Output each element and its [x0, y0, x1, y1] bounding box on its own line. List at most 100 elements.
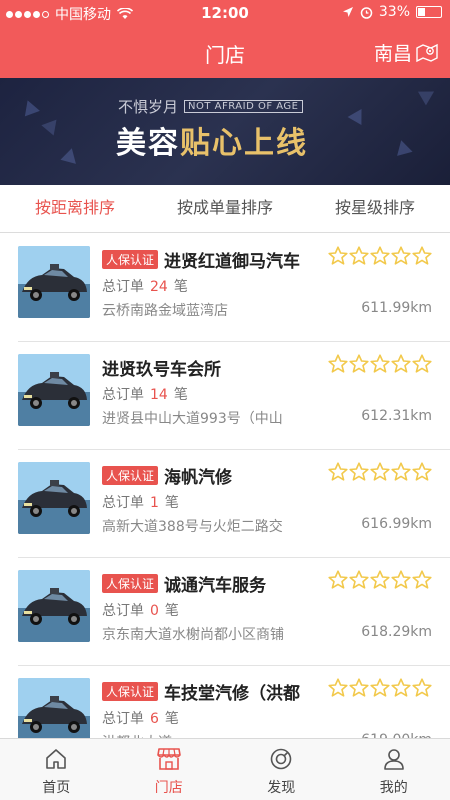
order-count: 总订单 1 笔	[102, 492, 432, 512]
certified-badge: 人保认证	[102, 249, 159, 269]
city-label: 南昌	[373, 43, 412, 65]
order-count-value: 6	[150, 711, 159, 727]
store-address: 高新大道388号与火炬二路交	[102, 519, 283, 535]
map-location-icon	[416, 43, 438, 62]
order-count: 总订单 6 笔	[102, 708, 432, 728]
banner-headline: 美容贴心上线	[116, 118, 308, 162]
star-icon	[328, 570, 348, 589]
order-count-value: 14	[150, 387, 168, 403]
star-rating	[328, 678, 432, 697]
order-count-unit: 笔	[164, 711, 179, 727]
star-rating	[328, 570, 432, 589]
banner-headline-gold: 贴心上线	[180, 126, 308, 161]
store-list-item[interactable]: 人保认证 诚通汽车服务总订单 0 笔京东南大道水榭尚都小区商铺 618.29km	[18, 558, 450, 666]
store-thumbnail	[18, 678, 90, 738]
bottom-tab-bar: 首页 门店 发现 我的	[0, 738, 450, 800]
store-address: 云桥南路金域蓝湾店	[102, 303, 228, 319]
star-icon	[391, 354, 411, 373]
certified-badge: 人保认证	[102, 465, 159, 485]
battery-percent: 33%	[378, 4, 410, 20]
star-icon	[328, 462, 348, 481]
order-count-unit: 笔	[164, 603, 179, 619]
store-name: 进贤红道御马汽车	[164, 251, 301, 272]
star-icon	[391, 570, 411, 589]
order-count-unit: 笔	[173, 279, 188, 295]
star-icon	[412, 462, 432, 481]
store-name: 车技堂汽修（洪都	[164, 683, 301, 704]
certified-badge: 人保认证	[102, 681, 159, 701]
star-rating	[328, 246, 432, 265]
order-count-unit: 笔	[164, 495, 179, 511]
store-name: 海帆汽修	[164, 467, 233, 488]
star-icon	[391, 462, 411, 481]
order-count-label: 总订单	[102, 495, 144, 511]
store-icon	[156, 748, 181, 770]
banner-slogan-cn: 不惧岁月	[118, 98, 179, 116]
store-list-item[interactable]: 人保认证 海帆汽修总订单 1 笔高新大道388号与火炬二路交 616.99km	[18, 450, 450, 558]
tab-discover-label: 发现	[267, 780, 296, 796]
store-list[interactable]: 人保认证 进贤红道御马汽车 总订单 24 笔云桥南路金域蓝湾店 611.99km 进贤玖号车…	[0, 234, 450, 738]
star-icon	[370, 678, 390, 697]
store-distance: 611.99km	[361, 300, 432, 316]
star-icon	[412, 570, 432, 589]
tab-store[interactable]: 门店	[113, 739, 226, 800]
order-count-label: 总订单	[102, 387, 144, 403]
star-icon	[412, 678, 432, 697]
order-count-value: 24	[150, 279, 168, 295]
store-address: 进贤县中山大道993号（中山	[102, 411, 283, 427]
store-thumbnail	[18, 246, 90, 318]
store-name: 诚通汽车服务	[164, 575, 267, 596]
order-count-label: 总订单	[102, 279, 144, 295]
store-distance: 618.29km	[361, 624, 432, 640]
order-count-label: 总订单	[102, 603, 144, 619]
star-icon	[370, 462, 390, 481]
star-icon	[349, 678, 369, 697]
store-address: 京东南大道水榭尚都小区商铺	[102, 627, 284, 643]
star-rating	[328, 354, 432, 373]
store-thumbnail	[18, 462, 90, 534]
tab-profile-label: 我的	[379, 780, 408, 796]
discover-icon	[270, 748, 292, 770]
city-selector[interactable]: 南昌	[374, 39, 438, 66]
sort-tabs: 按距离排序 按成单量排序 按星级排序	[0, 185, 450, 233]
order-count: 总订单 14 笔	[102, 384, 432, 404]
store-thumbnail	[18, 354, 90, 426]
star-icon	[391, 246, 411, 265]
star-icon	[349, 570, 369, 589]
store-list-item[interactable]: 进贤玖号车会所 总订单 14 笔进贤县中山大道993号（中山 612.31km	[18, 342, 450, 450]
store-name: 进贤玖号车会所	[102, 359, 221, 380]
store-distance: 612.31km	[361, 408, 432, 424]
star-icon	[349, 354, 369, 373]
order-count: 总订单 24 笔	[102, 276, 432, 296]
tab-store-label: 门店	[154, 780, 183, 796]
star-icon	[349, 246, 369, 265]
nav-bar: 门店 南昌	[0, 26, 450, 78]
store-distance: 616.99km	[361, 516, 432, 532]
order-count-value: 1	[150, 495, 159, 511]
tab-home-label: 首页	[42, 780, 71, 796]
store-list-item[interactable]: 人保认证 进贤红道御马汽车总订单 24 笔云桥南路金域蓝湾店 611.99km	[18, 234, 450, 342]
star-icon	[349, 462, 369, 481]
order-count: 总订单 0 笔	[102, 600, 432, 620]
store-thumbnail	[18, 570, 90, 642]
tab-discover[interactable]: 发现	[225, 739, 338, 800]
location-arrow-icon	[342, 7, 353, 17]
sort-by-distance-tab[interactable]: 按距离排序	[0, 185, 150, 232]
tab-home[interactable]: 首页	[0, 739, 113, 800]
battery-icon	[416, 6, 442, 18]
tab-profile[interactable]: 我的	[338, 739, 450, 800]
star-icon	[370, 246, 390, 265]
sort-by-orders-tab[interactable]: 按成单量排序	[150, 185, 300, 232]
status-bar: 中国移动 12:00 33%	[0, 0, 450, 26]
promo-banner[interactable]: 不惧岁月 NOT AFRAID OF AGE 美容贴心上线	[0, 78, 450, 185]
star-icon	[328, 354, 348, 373]
store-list-item[interactable]: 人保认证车技堂汽修（洪都总订单6笔洪都北大道619.00km	[18, 666, 450, 738]
star-icon	[370, 354, 390, 373]
order-count-value: 0	[150, 603, 159, 619]
star-icon	[412, 354, 432, 373]
sort-by-rating-tab[interactable]: 按星级排序	[300, 185, 450, 232]
star-icon	[412, 246, 432, 265]
alarm-clock-icon	[360, 6, 373, 19]
star-icon	[328, 246, 348, 265]
certified-badge: 人保认证	[102, 573, 159, 593]
